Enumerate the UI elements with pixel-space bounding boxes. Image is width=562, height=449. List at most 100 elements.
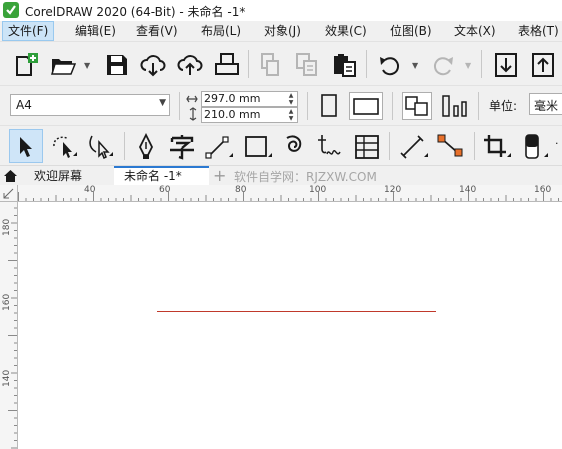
height-value: 210.0 mm [204,108,261,121]
ruler-label: 40 [84,185,96,195]
more-tools-icon[interactable]: · [555,137,559,150]
ruler-label: 60 [159,185,171,195]
ruler-label: 160 [534,185,552,195]
export-icon[interactable] [531,52,555,78]
vertical-ruler[interactable]: 180 160 140 [0,185,18,449]
portrait-icon[interactable] [318,93,340,119]
toolbar-separator [366,50,367,78]
open-folder-icon[interactable] [50,53,76,77]
menu-bitmaps[interactable]: 位图(B) [385,21,437,41]
line-tool-icon[interactable] [205,134,235,160]
open-dropdown-icon[interactable]: ▼ [84,61,90,70]
unit-label: 单位: [489,99,518,113]
width-up-icon[interactable]: ▲ [285,92,297,99]
toolbar-separator [248,50,249,78]
save-icon[interactable] [105,53,129,77]
cloud-upload-icon[interactable] [177,53,203,77]
rectangle-tool-icon[interactable] [243,134,273,160]
import-icon[interactable] [494,52,518,78]
redo-dropdown-icon[interactable]: ▼ [465,61,471,70]
add-tab-icon[interactable]: + [213,167,226,185]
window-title: CorelDRAW 2020 (64-Bit) - 未命名 -1* [25,5,246,19]
watermark-text: 软件自学网：RJZXW.COM [234,170,377,184]
paste-icon[interactable] [332,52,358,78]
cloud-download-icon[interactable] [140,53,166,77]
spiral-tool-icon[interactable] [282,133,306,161]
home-icon[interactable] [3,169,18,183]
tab-welcome-screen[interactable]: 欢迎屏幕 [22,166,112,186]
height-up-icon[interactable]: ▲ [285,108,297,115]
ruler-label: 80 [235,185,247,195]
undo-dropdown-icon[interactable]: ▼ [412,61,418,70]
ruler-label: 140 [2,369,12,387]
page-width-icon [186,95,198,103]
menu-edit[interactable]: 编辑(E) [70,21,121,41]
print-icon[interactable] [214,52,240,78]
text-tool-icon[interactable] [168,133,196,161]
menu-table[interactable]: 表格(T) [513,21,562,41]
crop-tool-icon[interactable] [482,134,512,160]
height-field[interactable]: 210.0 mm ▲ ▼ [201,107,298,123]
ruler-label: 180 [2,218,12,236]
toolbar-separator [307,92,308,120]
unit-select[interactable]: 毫米 [529,93,562,115]
document-tab-bar: 欢迎屏幕 未命名 -1* + 软件自学网：RJZXW.COM [0,165,562,186]
all-pages-icon[interactable] [402,92,432,120]
duplicate-icon[interactable] [295,52,319,78]
standard-toolbar: ▼ ▼ ▼ [0,41,562,86]
ruler-origin-corner[interactable] [0,185,18,202]
pen-tool-icon[interactable] [135,133,157,161]
toolbar-separator [179,92,180,120]
ruler-label: 160 [2,293,12,311]
toolbar-separator [474,132,475,160]
width-field[interactable]: 297.0 mm ▲ ▼ [201,91,298,107]
freehand-pick-icon[interactable] [51,134,79,160]
menu-effects[interactable]: 效果(C) [320,21,372,41]
width-down-icon[interactable]: ▼ [285,99,297,106]
undo-icon[interactable] [377,54,403,76]
redo-icon[interactable] [430,54,456,76]
height-down-icon[interactable]: ▼ [285,115,297,122]
paper-size-value: A4 [16,98,32,112]
eraser-tool-icon[interactable] [520,133,550,161]
page-height-icon [189,107,197,121]
ruler-origin-icon [3,188,14,199]
title-bar: CorelDRAW 2020 (64-Bit) - 未命名 -1* [0,0,562,21]
menu-file[interactable]: 文件(F) [2,21,55,41]
new-document-icon[interactable] [14,52,40,78]
table-tool-icon[interactable] [354,134,380,160]
tab-untitled-document[interactable]: 未命名 -1* [114,166,209,186]
paper-size-select[interactable]: A4 ▼ [10,94,170,116]
menu-view[interactable]: 查看(V) [131,21,183,41]
drawn-line[interactable] [157,311,436,312]
toolbar-separator [389,132,390,160]
pick-tool-icon [20,137,32,157]
copy-icon[interactable] [259,52,281,78]
current-page-icon[interactable] [441,94,469,118]
toolbox: · [0,125,562,166]
menu-object[interactable]: 对象(J) [259,21,306,41]
ruler-label: 120 [384,185,402,195]
width-value: 297.0 mm [204,92,261,105]
connector-tool-icon[interactable] [437,134,467,160]
chevron-down-icon: ▼ [159,98,166,108]
unit-value: 毫米 [534,99,559,113]
property-bar: A4 ▼ 297.0 mm ▲ ▼ 210.0 mm ▲ ▼ 单位: 毫米 [0,85,562,126]
ruler-label: 100 [309,185,327,195]
menu-layout[interactable]: 布局(L) [196,21,246,41]
horizontal-ruler[interactable]: 40 60 80 100 120 140 160 [18,185,562,202]
dimension-tool-icon[interactable] [399,134,429,160]
landscape-icon[interactable] [349,92,383,120]
shape-tool-icon[interactable] [87,134,115,160]
pick-tool-button[interactable] [9,129,43,163]
drawing-canvas[interactable] [18,202,562,449]
artistic-text-icon[interactable] [316,133,344,161]
toolbar-separator [392,92,393,120]
menu-bar: 文件(F) 编辑(E) 查看(V) 布局(L) 对象(J) 效果(C) 位图(B… [0,21,562,41]
toolbar-separator [481,50,482,78]
ruler-label: 140 [459,185,477,195]
menu-text[interactable]: 文本(X) [449,21,501,41]
horizontal-ruler-ticks [18,192,559,201]
toolbar-separator [478,92,479,120]
toolbar-separator [124,132,125,160]
